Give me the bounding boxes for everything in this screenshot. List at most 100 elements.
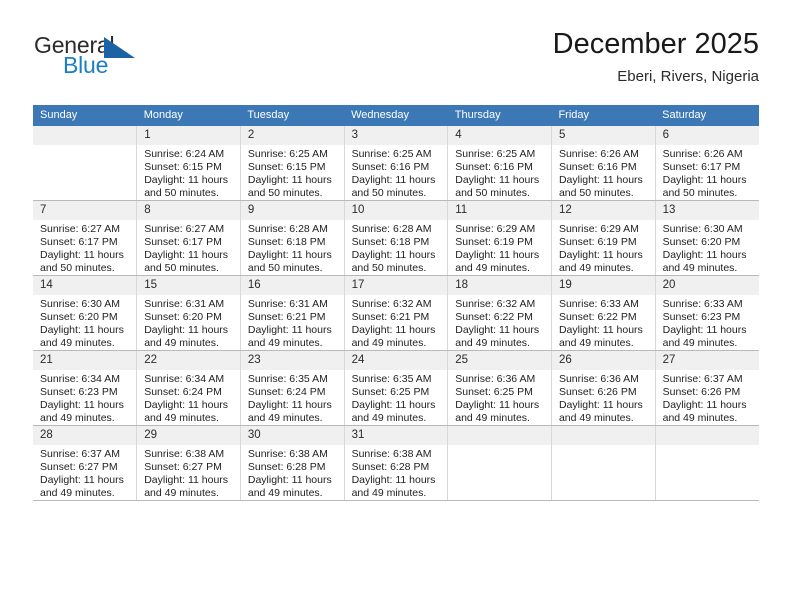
- day-number: 5: [551, 126, 655, 145]
- daylight-text-line2: and 49 minutes.: [144, 411, 219, 424]
- day-details: Sunrise: 6:37 AM Sunset: 6:26 PM Dayligh…: [656, 370, 759, 425]
- sunset-text: Sunset: 6:21 PM: [351, 310, 430, 323]
- weekday-header-tuesday: Tuesday: [240, 105, 345, 126]
- day-cell[interactable]: 16 Sunrise: 6:31 AM Sunset: 6:21 PM Dayl…: [240, 275, 345, 351]
- day-number: [448, 426, 551, 445]
- page-title: December 2025: [552, 28, 759, 60]
- page-subtitle-location: Eberi, Rivers, Nigeria: [617, 68, 759, 85]
- day-cell[interactable]: 13 Sunrise: 6:30 AM Sunset: 6:20 PM Dayl…: [655, 200, 759, 276]
- sunset-text: Sunset: 6:23 PM: [662, 310, 741, 323]
- daylight-text-line2: and 50 minutes.: [455, 186, 530, 199]
- sunset-text: Sunset: 6:24 PM: [144, 385, 222, 398]
- day-cell[interactable]: 26 Sunrise: 6:36 AM Sunset: 6:26 PM Dayl…: [551, 350, 656, 426]
- daylight-text-line1: Daylight: 11 hours: [351, 248, 436, 261]
- day-details: Sunrise: 6:34 AM Sunset: 6:23 PM Dayligh…: [33, 370, 136, 425]
- day-cell[interactable]: 5 Sunrise: 6:26 AM Sunset: 6:16 PM Dayli…: [551, 126, 656, 201]
- sunset-text: Sunset: 6:27 PM: [40, 460, 118, 473]
- day-cell[interactable]: 4 Sunrise: 6:25 AM Sunset: 6:16 PM Dayli…: [447, 126, 552, 201]
- day-cell[interactable]: 30 Sunrise: 6:38 AM Sunset: 6:28 PM Dayl…: [240, 425, 345, 501]
- week-row: 28 Sunrise: 6:37 AM Sunset: 6:27 PM Dayl…: [33, 425, 759, 501]
- day-cell[interactable]: 7 Sunrise: 6:27 AM Sunset: 6:17 PM Dayli…: [33, 200, 138, 276]
- sunset-text: Sunset: 6:26 PM: [558, 385, 637, 398]
- day-details: Sunrise: 6:25 AM Sunset: 6:16 PM Dayligh…: [448, 145, 551, 200]
- day-cell[interactable]: 1 Sunrise: 6:24 AM Sunset: 6:15 PM Dayli…: [136, 126, 241, 201]
- day-number: 16: [240, 276, 344, 295]
- day-cell[interactable]: 22 Sunrise: 6:34 AM Sunset: 6:24 PM Dayl…: [136, 350, 241, 426]
- day-details: Sunrise: 6:25 AM Sunset: 6:15 PM Dayligh…: [241, 145, 344, 200]
- day-number: [551, 426, 655, 445]
- day-cell[interactable]: 6 Sunrise: 6:26 AM Sunset: 6:17 PM Dayli…: [655, 126, 759, 201]
- sunrise-text: Sunrise: 6:31 AM: [247, 298, 328, 310]
- daylight-text-line1: Daylight: 11 hours: [558, 248, 643, 261]
- weekday-header-thursday: Thursday: [447, 105, 552, 126]
- sunrise-text: Sunrise: 6:28 AM: [247, 223, 328, 235]
- daylight-text-line2: and 50 minutes.: [351, 186, 427, 199]
- week-row: 7 Sunrise: 6:27 AM Sunset: 6:17 PM Dayli…: [33, 200, 759, 276]
- day-number: 13: [655, 201, 759, 220]
- day-number: 3: [344, 126, 448, 145]
- day-cell[interactable]: 20 Sunrise: 6:33 AM Sunset: 6:23 PM Dayl…: [655, 275, 759, 351]
- day-details: Sunrise: 6:27 AM Sunset: 6:17 PM Dayligh…: [33, 220, 136, 275]
- sunset-text: Sunset: 6:17 PM: [144, 235, 222, 248]
- sunset-text: Sunset: 6:18 PM: [247, 235, 326, 248]
- daylight-text-line1: Daylight: 11 hours: [455, 173, 540, 186]
- sunrise-text: Sunrise: 6:38 AM: [351, 448, 432, 460]
- day-cell[interactable]: 21 Sunrise: 6:34 AM Sunset: 6:23 PM Dayl…: [33, 350, 138, 426]
- sunrise-text: Sunrise: 6:35 AM: [247, 373, 328, 385]
- daylight-text-line2: and 49 minutes.: [351, 336, 427, 349]
- daylight-text-line1: Daylight: 11 hours: [247, 473, 332, 486]
- day-number: 20: [655, 276, 759, 295]
- day-cell[interactable]: 18 Sunrise: 6:32 AM Sunset: 6:22 PM Dayl…: [447, 275, 552, 351]
- day-cell[interactable]: 14 Sunrise: 6:30 AM Sunset: 6:20 PM Dayl…: [33, 275, 138, 351]
- day-cell[interactable]: 12 Sunrise: 6:29 AM Sunset: 6:19 PM Dayl…: [551, 200, 656, 276]
- sunset-text: Sunset: 6:20 PM: [144, 310, 222, 323]
- day-cell[interactable]: 8 Sunrise: 6:27 AM Sunset: 6:17 PM Dayli…: [136, 200, 241, 276]
- daylight-text-line2: and 49 minutes.: [455, 261, 530, 274]
- sunrise-text: Sunrise: 6:34 AM: [40, 373, 120, 385]
- day-number: 8: [137, 201, 240, 220]
- sunset-text: Sunset: 6:23 PM: [40, 385, 118, 398]
- day-cell[interactable]: 27 Sunrise: 6:37 AM Sunset: 6:26 PM Dayl…: [655, 350, 759, 426]
- day-cell[interactable]: 11 Sunrise: 6:29 AM Sunset: 6:19 PM Dayl…: [447, 200, 552, 276]
- day-cell[interactable]: 29 Sunrise: 6:38 AM Sunset: 6:27 PM Dayl…: [136, 425, 241, 501]
- day-number: 12: [551, 201, 655, 220]
- sunrise-text: Sunrise: 6:33 AM: [558, 298, 639, 310]
- day-cell[interactable]: 23 Sunrise: 6:35 AM Sunset: 6:24 PM Dayl…: [240, 350, 345, 426]
- day-cell[interactable]: 28 Sunrise: 6:37 AM Sunset: 6:27 PM Dayl…: [33, 425, 138, 501]
- sunrise-text: Sunrise: 6:30 AM: [662, 223, 743, 235]
- day-cell[interactable]: 3 Sunrise: 6:25 AM Sunset: 6:16 PM Dayli…: [344, 126, 449, 201]
- day-details: Sunrise: 6:30 AM Sunset: 6:20 PM Dayligh…: [656, 220, 759, 275]
- sunset-text: Sunset: 6:26 PM: [662, 385, 741, 398]
- day-cell[interactable]: 10 Sunrise: 6:28 AM Sunset: 6:18 PM Dayl…: [344, 200, 449, 276]
- sunset-text: Sunset: 6:22 PM: [558, 310, 637, 323]
- day-details: Sunrise: 6:34 AM Sunset: 6:24 PM Dayligh…: [137, 370, 240, 425]
- daylight-text-line2: and 49 minutes.: [662, 336, 738, 349]
- general-blue-logo[interactable]: General Blue: [33, 32, 233, 88]
- day-cell[interactable]: 31 Sunrise: 6:38 AM Sunset: 6:28 PM Dayl…: [344, 425, 449, 501]
- day-details: Sunrise: 6:29 AM Sunset: 6:19 PM Dayligh…: [448, 220, 551, 275]
- day-cell[interactable]: 19 Sunrise: 6:33 AM Sunset: 6:22 PM Dayl…: [551, 275, 656, 351]
- week-row: 1 Sunrise: 6:24 AM Sunset: 6:15 PM Dayli…: [33, 126, 759, 201]
- daylight-text-line1: Daylight: 11 hours: [455, 398, 540, 411]
- sunset-text: Sunset: 6:20 PM: [40, 310, 118, 323]
- day-cell[interactable]: 17 Sunrise: 6:32 AM Sunset: 6:21 PM Dayl…: [344, 275, 449, 351]
- day-cell[interactable]: 9 Sunrise: 6:28 AM Sunset: 6:18 PM Dayli…: [240, 200, 345, 276]
- daylight-text-line1: Daylight: 11 hours: [40, 398, 124, 411]
- daylight-text-line2: and 49 minutes.: [144, 486, 219, 499]
- day-cell[interactable]: 2 Sunrise: 6:25 AM Sunset: 6:15 PM Dayli…: [240, 126, 345, 201]
- day-details: Sunrise: 6:35 AM Sunset: 6:24 PM Dayligh…: [241, 370, 344, 425]
- day-number: 1: [137, 126, 240, 145]
- sunset-text: Sunset: 6:15 PM: [144, 160, 222, 173]
- blue-triangle-flag-icon: [104, 37, 135, 58]
- daylight-text-line2: and 49 minutes.: [558, 336, 634, 349]
- day-cell[interactable]: 25 Sunrise: 6:36 AM Sunset: 6:25 PM Dayl…: [447, 350, 552, 426]
- day-details: Sunrise: 6:37 AM Sunset: 6:27 PM Dayligh…: [33, 445, 136, 500]
- sunrise-text: Sunrise: 6:25 AM: [351, 148, 432, 160]
- sunrise-text: Sunrise: 6:25 AM: [247, 148, 328, 160]
- calendar-body: 1 Sunrise: 6:24 AM Sunset: 6:15 PM Dayli…: [33, 126, 759, 501]
- daylight-text-line2: and 49 minutes.: [40, 336, 115, 349]
- daylight-text-line1: Daylight: 11 hours: [662, 248, 747, 261]
- day-cell[interactable]: 24 Sunrise: 6:35 AM Sunset: 6:25 PM Dayl…: [344, 350, 449, 426]
- day-cell[interactable]: 15 Sunrise: 6:31 AM Sunset: 6:20 PM Dayl…: [136, 275, 241, 351]
- daylight-text-line2: and 49 minutes.: [455, 411, 530, 424]
